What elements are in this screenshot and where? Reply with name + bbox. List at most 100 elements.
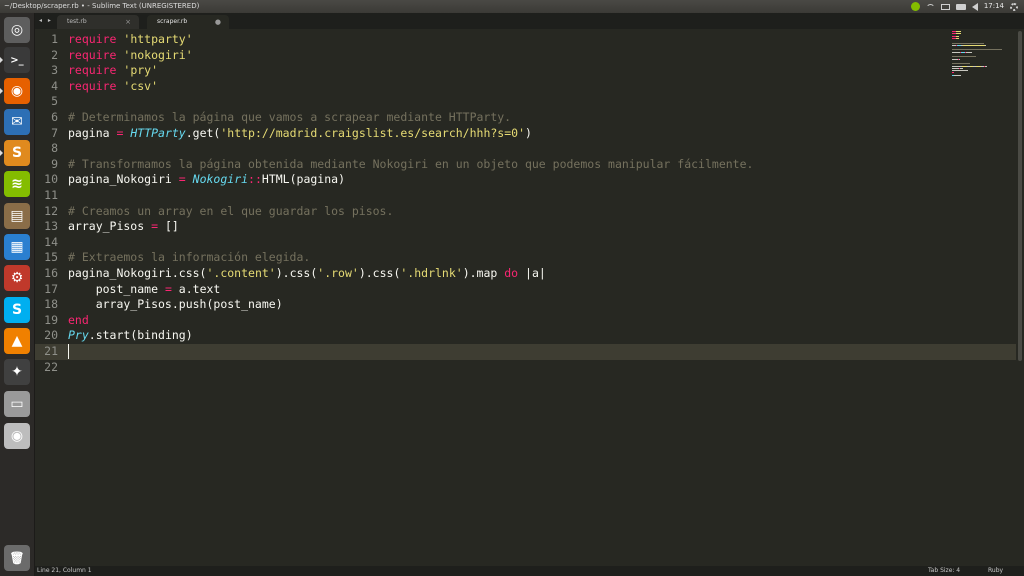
code-token: '.content' (206, 266, 276, 280)
code-token: = (151, 219, 159, 234)
code-line[interactable]: array_Pisos = [] (68, 219, 179, 235)
code-line[interactable]: # Creamos un array en el que guardar los… (68, 204, 393, 220)
code-line[interactable]: pagina_Nokogiri = Nokogiri::HTML(pagina) (68, 172, 345, 188)
line-number: 3 (51, 63, 58, 78)
minimap-mark (958, 58, 960, 60)
skype-icon[interactable]: S (4, 297, 30, 323)
current-line-highlight (35, 344, 1016, 360)
spotify-icon[interactable]: ≋ (4, 171, 30, 197)
code-line[interactable]: # Determinamos la página que vamos a scr… (68, 110, 511, 126)
vlc-icon[interactable]: ▲ (4, 328, 30, 354)
minimap-mark (959, 67, 963, 69)
window-title: ~/Desktop/scraper.rb • - Sublime Text (U… (4, 2, 200, 10)
minimap-mark (952, 72, 954, 74)
code-token: 'pry' (123, 63, 159, 78)
code-token: HTML(pagina) (261, 172, 345, 187)
tab-nav-arrows[interactable]: ◂ ▸ (39, 13, 53, 29)
sublime-text-icon[interactable]: S (0, 140, 30, 166)
code-editor[interactable]: 1 require 'httparty' 2 require 'nokogiri' 3 r… (35, 29, 1016, 566)
code-line[interactable]: Pry.start(binding) (68, 328, 193, 344)
code-token: ) (525, 125, 532, 140)
minimap[interactable] (952, 31, 1014, 91)
code-token: 'http://madrid.craigslist.es/search/hhh?… (220, 125, 525, 140)
code-token: = (178, 172, 186, 187)
code-token: [] (158, 219, 179, 234)
code-line[interactable]: # Transformamos la página obtenida media… (68, 157, 753, 173)
code-token: '.row' (317, 266, 359, 280)
line-number: 1 (51, 32, 58, 46)
code-token: Nokogiri (192, 172, 249, 187)
terminal-icon[interactable]: >_ (0, 47, 30, 73)
minimap-mark (952, 35, 956, 37)
firefox-icon[interactable]: ◉ (0, 78, 30, 104)
code-line[interactable]: array_Pisos.push(post_name) (68, 297, 283, 313)
minimap-mark (984, 65, 987, 67)
dvd-icon[interactable]: ◉ (4, 423, 30, 449)
code-line[interactable]: require 'csv' (68, 79, 158, 95)
minimap-mark (953, 74, 961, 76)
volume-icon[interactable] (971, 2, 978, 11)
code-token: require (68, 32, 117, 46)
trash-icon[interactable]: 🗑 (4, 545, 30, 571)
code-token: pagina_Nokogiri.css( (68, 266, 207, 280)
code-line[interactable]: require 'httparty' (68, 32, 193, 48)
gear-icon[interactable] (1010, 2, 1018, 11)
line-number: 11 (44, 188, 58, 202)
text-caret (68, 344, 69, 359)
code-token: a.text (171, 281, 221, 296)
vertical-scrollbar[interactable] (1016, 29, 1024, 566)
system-settings-icon[interactable]: ⚙ (4, 265, 30, 291)
libreoffice-writer-icon[interactable]: ▦ (4, 234, 30, 260)
code-line[interactable]: pagina_Nokogiri.css('.content').css('.ro… (68, 266, 546, 282)
inkscape-icon[interactable]: ✦ (4, 359, 30, 385)
code-token: .get( (185, 125, 221, 140)
line-number: 17 (44, 281, 58, 296)
code-line[interactable]: require 'nokogiri' (68, 48, 193, 64)
syntax-selector[interactable]: Ruby (988, 566, 1003, 576)
tab-scraper-rb[interactable]: scraper.rb ● (147, 15, 229, 29)
line-number: 19 (44, 312, 58, 327)
scrollbar-thumb[interactable] (1018, 31, 1022, 361)
tab-test-rb[interactable]: test.rb × (57, 15, 139, 29)
code-token: 'csv' (123, 78, 159, 93)
code-token: # Determinamos la página que vamos a scr… (68, 110, 512, 124)
code-line[interactable]: end (68, 313, 89, 329)
mail-icon[interactable] (940, 3, 950, 10)
minimap-mark (956, 35, 959, 37)
minimap-mark (985, 44, 986, 46)
unsaved-dot-icon[interactable]: ● (215, 15, 221, 29)
battery-icon[interactable] (955, 3, 966, 10)
line-number: 22 (44, 359, 58, 374)
code-token: pagina (68, 125, 117, 140)
code-token: ).css( (275, 266, 318, 280)
line-number: 21 (44, 344, 58, 358)
code-token: require (68, 47, 117, 62)
spotify-tray-icon[interactable] (910, 2, 920, 11)
files-icon[interactable]: ▤ (4, 203, 30, 229)
code-token: array_Pisos (68, 219, 152, 234)
minimap-mark (952, 67, 959, 69)
code-line[interactable]: post_name = a.text (68, 281, 221, 298)
code-line[interactable]: pagina = HTTParty.get('http://madrid.cra… (68, 126, 532, 142)
line-number: 20 (44, 328, 58, 343)
ubuntu-dash-icon[interactable]: ◎ (4, 17, 30, 43)
minimap-mark (952, 65, 962, 67)
close-icon[interactable]: × (125, 15, 131, 29)
line-number: 15 (44, 250, 58, 265)
line-number: 18 (44, 297, 58, 312)
wifi-icon[interactable] (925, 3, 935, 10)
drive-icon[interactable]: ▭ (4, 391, 30, 417)
tab-size-selector[interactable]: Tab Size: 4 (928, 566, 960, 576)
line-number: 9 (51, 156, 58, 171)
line-number: 16 (44, 266, 58, 280)
code-token: :: (248, 172, 262, 187)
line-number: 5 (51, 94, 58, 109)
code-line[interactable]: # Extraemos la información elegida. (68, 250, 310, 266)
thunderbird-icon[interactable]: ✉ (4, 109, 30, 135)
code-line[interactable]: require 'pry' (68, 63, 158, 79)
code-token: require (68, 78, 117, 93)
clock[interactable]: 17:14 (984, 0, 1004, 13)
code-token: # Creamos un array en el que guardar los… (68, 203, 394, 218)
code-token: '.hdrlnk' (400, 266, 463, 280)
line-number: 2 (51, 47, 58, 62)
